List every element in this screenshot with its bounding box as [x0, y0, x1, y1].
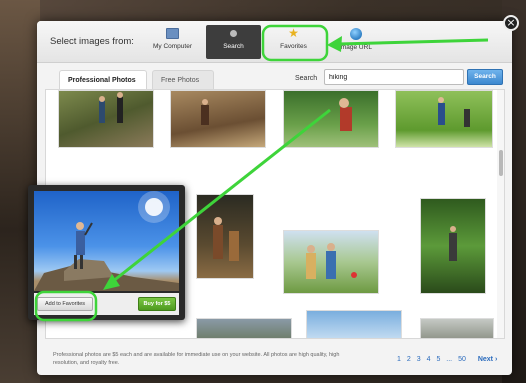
source-image-url[interactable]: Image URL — [328, 25, 383, 59]
buy-button[interactable]: Buy for $5 — [138, 297, 176, 311]
source-label: My Computer — [152, 43, 192, 50]
globe-icon — [349, 28, 362, 40]
source-favorites[interactable]: ★ Favorites — [262, 25, 325, 59]
page-ellipsis: ... — [446, 356, 453, 363]
page-link[interactable]: 50 — [458, 356, 466, 363]
page-link[interactable]: 3 — [417, 356, 421, 363]
photo-thumbnail[interactable] — [58, 90, 154, 148]
add-to-favorites-button[interactable]: Add to Favorites — [37, 297, 93, 311]
photo-thumbnail[interactable] — [283, 90, 379, 148]
star-icon: ★ — [288, 26, 299, 40]
scrollbar-track[interactable] — [497, 90, 504, 338]
tab-professional-photos[interactable]: Professional Photos — [59, 70, 147, 90]
search-label: Search — [295, 75, 318, 82]
pricing-note: Professional photos are $5 each and are … — [53, 352, 340, 366]
next-page-link[interactable]: Next › — [478, 356, 497, 363]
page-link[interactable]: 5 — [436, 356, 440, 363]
close-icon[interactable]: × — [503, 15, 519, 31]
tab-free-photos[interactable]: Free Photos — [152, 70, 214, 90]
monitor-icon — [166, 28, 179, 39]
source-label: Search — [223, 43, 244, 50]
select-images-label: Select images from: — [50, 36, 134, 47]
search-icon — [230, 30, 237, 37]
pagination: 1 2 3 4 5 ... 50 Next › — [397, 356, 501, 363]
search-input[interactable] — [324, 69, 464, 85]
photo-thumbnail[interactable] — [196, 194, 254, 279]
photo-thumbnail[interactable] — [170, 90, 266, 148]
photo-thumbnail[interactable] — [420, 318, 494, 338]
page-link[interactable]: 1 — [397, 356, 401, 363]
photo-thumbnail[interactable] — [283, 230, 379, 294]
page-link[interactable]: 2 — [407, 356, 411, 363]
preview-photo — [34, 191, 179, 291]
photo-thumbnail[interactable] — [420, 198, 486, 294]
source-label: Favorites — [280, 43, 307, 50]
tab-search-bar: Professional Photos Free Photos Search S… — [45, 67, 505, 91]
preview-actions: Add to Favorites Buy for $5 — [34, 293, 179, 315]
photo-thumbnail[interactable] — [306, 310, 402, 338]
source-label: Image URL — [339, 44, 372, 51]
search-button[interactable]: Search — [467, 69, 503, 85]
source-bar: Select images from: My Computer Search ★… — [37, 21, 512, 63]
source-search[interactable]: Search — [206, 25, 261, 59]
source-my-computer[interactable]: My Computer — [145, 25, 200, 59]
photo-thumbnail[interactable] — [196, 318, 292, 338]
page-link[interactable]: 4 — [427, 356, 431, 363]
photo-thumbnail[interactable] — [395, 90, 493, 148]
scrollbar-thumb[interactable] — [499, 150, 503, 176]
photo-preview-popup: Add to Favorites Buy for $5 — [28, 185, 185, 320]
